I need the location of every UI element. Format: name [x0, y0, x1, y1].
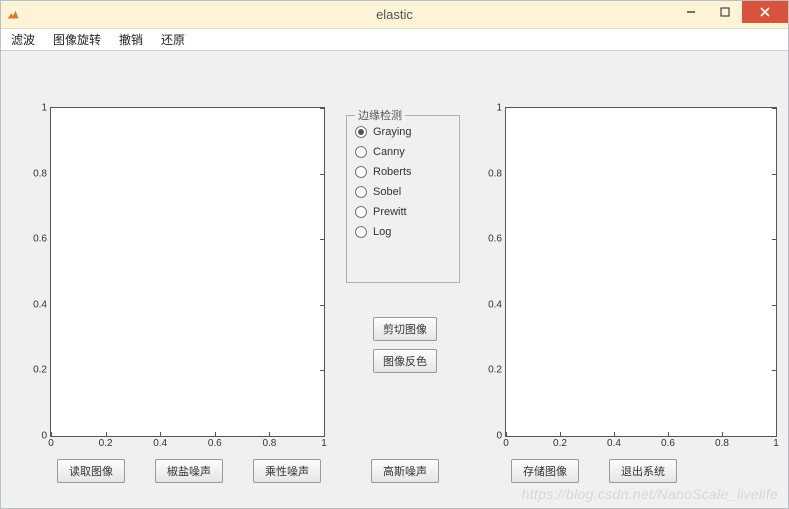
- x-tick-label: 0.4: [153, 436, 167, 449]
- menu-bar: 滤波 图像旋转 撤销 还原: [1, 29, 788, 51]
- x-tick-label: 0.4: [607, 436, 621, 449]
- radio-icon: [355, 226, 367, 238]
- x-tick-label: 1: [773, 436, 779, 449]
- y-tick-label: 0.8: [488, 168, 506, 179]
- x-tick-label: 0.6: [208, 436, 222, 449]
- x-tick-label: 0.8: [262, 436, 276, 449]
- matlab-icon: [1, 8, 25, 22]
- x-tick-label: 0.2: [553, 436, 567, 449]
- y-tick-label: 1: [41, 103, 51, 114]
- maximize-button[interactable]: [708, 1, 742, 23]
- y-tick-label: 0.2: [488, 365, 506, 376]
- client-area: 00.20.40.60.8100.20.40.60.81 00.20.40.60…: [1, 51, 788, 508]
- radio-icon: [355, 186, 367, 198]
- radio-label: Graying: [373, 126, 412, 138]
- radio-label: Prewitt: [373, 206, 407, 218]
- gauss-noise-button[interactable]: 高斯噪声: [371, 459, 439, 483]
- x-tick-label: 0.2: [99, 436, 113, 449]
- x-tick-label: 0.6: [661, 436, 675, 449]
- save-image-button[interactable]: 存储图像: [511, 459, 579, 483]
- mult-noise-button[interactable]: 乘性噪声: [253, 459, 321, 483]
- main-window: elastic 滤波 图像旋转 撤销 还原 00.20.40.60.8100.2…: [0, 0, 789, 509]
- y-tick-label: 0.2: [33, 365, 51, 376]
- menu-undo[interactable]: 撤销: [119, 31, 143, 48]
- close-button[interactable]: [742, 1, 788, 23]
- radio-label: Canny: [373, 146, 405, 158]
- x-tick-label: 1: [321, 436, 327, 449]
- y-tick-label: 0.6: [33, 234, 51, 245]
- radio-icon: [355, 166, 367, 178]
- x-tick-label: 0: [48, 436, 54, 449]
- axes-left: 00.20.40.60.8100.20.40.60.81: [50, 107, 325, 437]
- edge-detection-panel: 边缘检测 GrayingCannyRobertsSobelPrewittLog: [346, 115, 460, 283]
- radio-icon: [355, 146, 367, 158]
- menu-rotate[interactable]: 图像旋转: [53, 31, 101, 48]
- radio-graying[interactable]: Graying: [355, 126, 451, 138]
- exit-button[interactable]: 退出系统: [609, 459, 677, 483]
- y-tick-label: 0.6: [488, 234, 506, 245]
- watermark: https://blog.csdn.net/NanoScale_livelife: [522, 486, 778, 502]
- invert-button[interactable]: 图像反色: [373, 349, 437, 373]
- radio-prewitt[interactable]: Prewitt: [355, 206, 451, 218]
- radio-sobel[interactable]: Sobel: [355, 186, 451, 198]
- menu-restore[interactable]: 还原: [161, 31, 185, 48]
- radio-roberts[interactable]: Roberts: [355, 166, 451, 178]
- menu-filter[interactable]: 滤波: [11, 31, 35, 48]
- salt-noise-button[interactable]: 椒盐噪声: [155, 459, 223, 483]
- y-tick-label: 0.4: [488, 299, 506, 310]
- axes-right: 00.20.40.60.8100.20.40.60.81: [505, 107, 777, 437]
- read-image-button[interactable]: 读取图像: [57, 459, 125, 483]
- radio-canny[interactable]: Canny: [355, 146, 451, 158]
- y-tick-label: 0.8: [33, 168, 51, 179]
- radio-label: Sobel: [373, 186, 401, 198]
- radio-icon: [355, 126, 367, 138]
- window-title: elastic: [1, 7, 788, 22]
- x-tick-label: 0: [503, 436, 509, 449]
- edge-radio-group: Graying Canny Roberts Sobel Prewitt Log: [347, 116, 459, 244]
- radio-label: Log: [373, 226, 391, 238]
- x-tick-label: 0.8: [715, 436, 729, 449]
- crop-button[interactable]: 剪切图像: [373, 317, 437, 341]
- radio-label: Roberts: [373, 166, 412, 178]
- title-bar: elastic: [1, 1, 788, 29]
- panel-title: 边缘检测: [355, 107, 405, 123]
- y-tick-label: 0.4: [33, 299, 51, 310]
- radio-icon: [355, 206, 367, 218]
- window-buttons: [674, 1, 788, 28]
- y-tick-label: 1: [496, 103, 506, 114]
- minimize-button[interactable]: [674, 1, 708, 23]
- radio-log[interactable]: Log: [355, 226, 451, 238]
